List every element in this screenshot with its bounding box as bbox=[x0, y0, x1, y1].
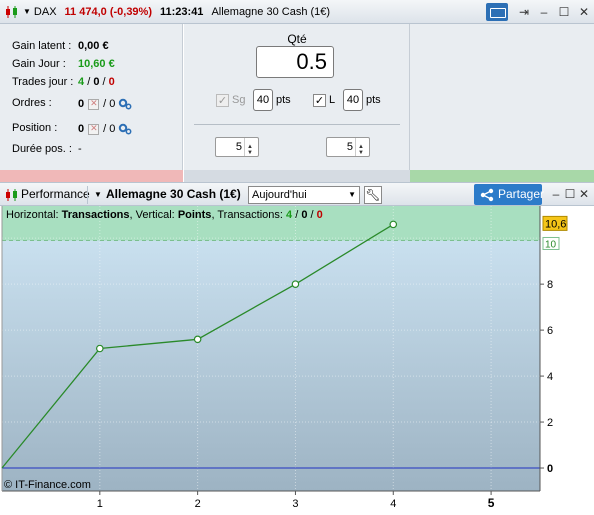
buy-button-strip[interactable] bbox=[410, 170, 594, 182]
limit-label: L bbox=[329, 94, 336, 106]
maximize-icon[interactable]: ☐ bbox=[556, 4, 572, 20]
data-point bbox=[389, 220, 398, 229]
chart-info-line: Horizontal: Transactions, Vertical: Poin… bbox=[6, 209, 323, 221]
position-total: / 0 bbox=[103, 122, 116, 135]
current-value-label: 10,6 bbox=[545, 218, 566, 230]
close-icon[interactable]: ✕ bbox=[576, 4, 592, 20]
quantity-stepper-right[interactable]: 5 bbox=[326, 137, 370, 157]
stop-points-input[interactable]: 40 bbox=[253, 89, 273, 111]
horizontal-value: Transactions bbox=[61, 209, 130, 221]
divider bbox=[87, 186, 88, 204]
candlestick-icon bbox=[6, 189, 17, 201]
instrument-price: 11 474,0 (-0,39%) bbox=[64, 5, 152, 18]
x-tick-label: 2 bbox=[195, 498, 201, 510]
product-dropdown-icon[interactable]: ▼ bbox=[94, 190, 102, 199]
performance-label: Performance bbox=[21, 187, 90, 201]
limit-points-input[interactable]: 40 bbox=[343, 89, 363, 111]
quantity-label: Qté bbox=[287, 32, 307, 46]
pin-icon[interactable]: ⇥ bbox=[516, 4, 532, 20]
vertical-value: Points bbox=[177, 209, 212, 221]
minimize-icon[interactable]: – bbox=[536, 4, 552, 20]
ordres-value: 0 / 0 bbox=[78, 97, 132, 111]
instrument-name[interactable]: DAX bbox=[34, 6, 57, 18]
y-tick-label: 6 bbox=[547, 325, 553, 337]
x-tick-label: 4 bbox=[390, 498, 396, 510]
trades-total: 4 bbox=[78, 76, 85, 88]
chart-svg: 0 2 4 6 8 10 10,6 1 2 3 4 5 bbox=[0, 206, 594, 512]
y-tick-label: 8 bbox=[547, 279, 553, 291]
data-point bbox=[96, 344, 104, 353]
tx-loss: 0 bbox=[316, 209, 323, 221]
cancel-orders-icon[interactable] bbox=[88, 98, 100, 110]
gear-icon[interactable] bbox=[118, 122, 132, 136]
x-tick-label: 5 bbox=[488, 496, 495, 510]
transactions-label: , Transactions: bbox=[211, 209, 283, 221]
plot-background bbox=[2, 206, 540, 491]
tx-total: 4 bbox=[286, 209, 293, 221]
limit-checkbox[interactable]: ✓ bbox=[313, 94, 326, 107]
performance-chart[interactable]: Horizontal: Transactions, Vertical: Poin… bbox=[0, 206, 594, 512]
trades-win: 0 bbox=[93, 76, 100, 88]
duree-label: Durée pos. : bbox=[12, 143, 72, 155]
x-tick-label: 1 bbox=[97, 498, 103, 510]
chart-header: Performance ▼ Allemagne 30 Cash (1€) Auj… bbox=[0, 182, 594, 206]
order-ticket-panel: Qté 0.5 ✓ Sg 40 pts ✓ L 40 pts 5 5 bbox=[184, 24, 410, 170]
share-icon bbox=[480, 188, 494, 202]
gain-latent-value: 0,00 € bbox=[78, 40, 109, 52]
share-label: Partager bbox=[498, 187, 545, 201]
account-summary-panel: Gain latent : 0,00 € Gain Jour : 10,60 €… bbox=[0, 24, 183, 170]
instrument-dropdown-icon[interactable]: ▼ bbox=[23, 7, 31, 16]
gain-latent-label: Gain latent : bbox=[12, 40, 72, 52]
duree-value: - bbox=[78, 143, 82, 155]
share-button[interactable]: Partager bbox=[474, 184, 545, 205]
data-point bbox=[193, 335, 202, 344]
gain-jour-label: Gain Jour : bbox=[12, 58, 66, 70]
close-position-icon[interactable] bbox=[88, 123, 100, 135]
ordres-total: / 0 bbox=[103, 97, 116, 110]
position-value: 0 / 0 bbox=[78, 122, 132, 136]
x-tick-label: 3 bbox=[292, 498, 298, 510]
horizontal-label: Horizontal: bbox=[6, 209, 59, 221]
data-point bbox=[291, 280, 300, 288]
middle-strip bbox=[184, 170, 410, 182]
stop-checkbox[interactable]: ✓ bbox=[216, 94, 229, 107]
trades-jour-label: Trades jour : bbox=[12, 76, 74, 88]
tx-win: 0 bbox=[301, 209, 308, 221]
sell-button-strip[interactable] bbox=[0, 170, 183, 182]
chart-product-name[interactable]: Allemagne 30 Cash (1€) bbox=[106, 187, 241, 201]
period-select[interactable]: Aujourd'hui bbox=[248, 186, 360, 204]
y-tick-label: 4 bbox=[547, 371, 553, 383]
copyright-footer: © IT-Finance.com bbox=[4, 479, 91, 491]
separator bbox=[194, 124, 400, 125]
trades-jour-value: 4 / 0 / 0 bbox=[78, 76, 115, 88]
y-tick-label: 2 bbox=[547, 417, 553, 429]
gear-icon[interactable] bbox=[118, 97, 132, 111]
title-bar: ▼ DAX 11 474,0 (-0,39%) 11:23:41 Allemag… bbox=[0, 0, 594, 24]
ordres-count: 0 bbox=[78, 97, 85, 110]
position-label: Position : bbox=[12, 122, 58, 134]
ordres-label: Ordres : bbox=[12, 97, 52, 109]
reference-label: 10 bbox=[545, 239, 557, 250]
gain-jour-value: 10,60 € bbox=[78, 58, 115, 70]
product-name: Allemagne 30 Cash (1€) bbox=[211, 5, 331, 18]
stop-unit: pts bbox=[276, 94, 291, 106]
limit-unit: pts bbox=[366, 94, 381, 106]
position-count: 0 bbox=[78, 122, 85, 135]
close-icon[interactable]: ✕ bbox=[576, 186, 592, 202]
keyboard-icon[interactable] bbox=[486, 3, 508, 21]
trades-loss: 0 bbox=[108, 76, 115, 88]
right-panel bbox=[410, 24, 594, 170]
wrench-icon[interactable]: 🔧︎ bbox=[364, 186, 382, 204]
quantity-input[interactable]: 0.5 bbox=[256, 46, 334, 78]
quantity-stepper-left[interactable]: 5 bbox=[215, 137, 259, 157]
candlestick-icon bbox=[6, 5, 17, 18]
y-tick-label: 0 bbox=[547, 463, 553, 475]
clock: 11:23:41 bbox=[160, 5, 204, 18]
vertical-label: , Vertical: bbox=[129, 209, 175, 221]
stop-label: Sg bbox=[232, 94, 246, 106]
